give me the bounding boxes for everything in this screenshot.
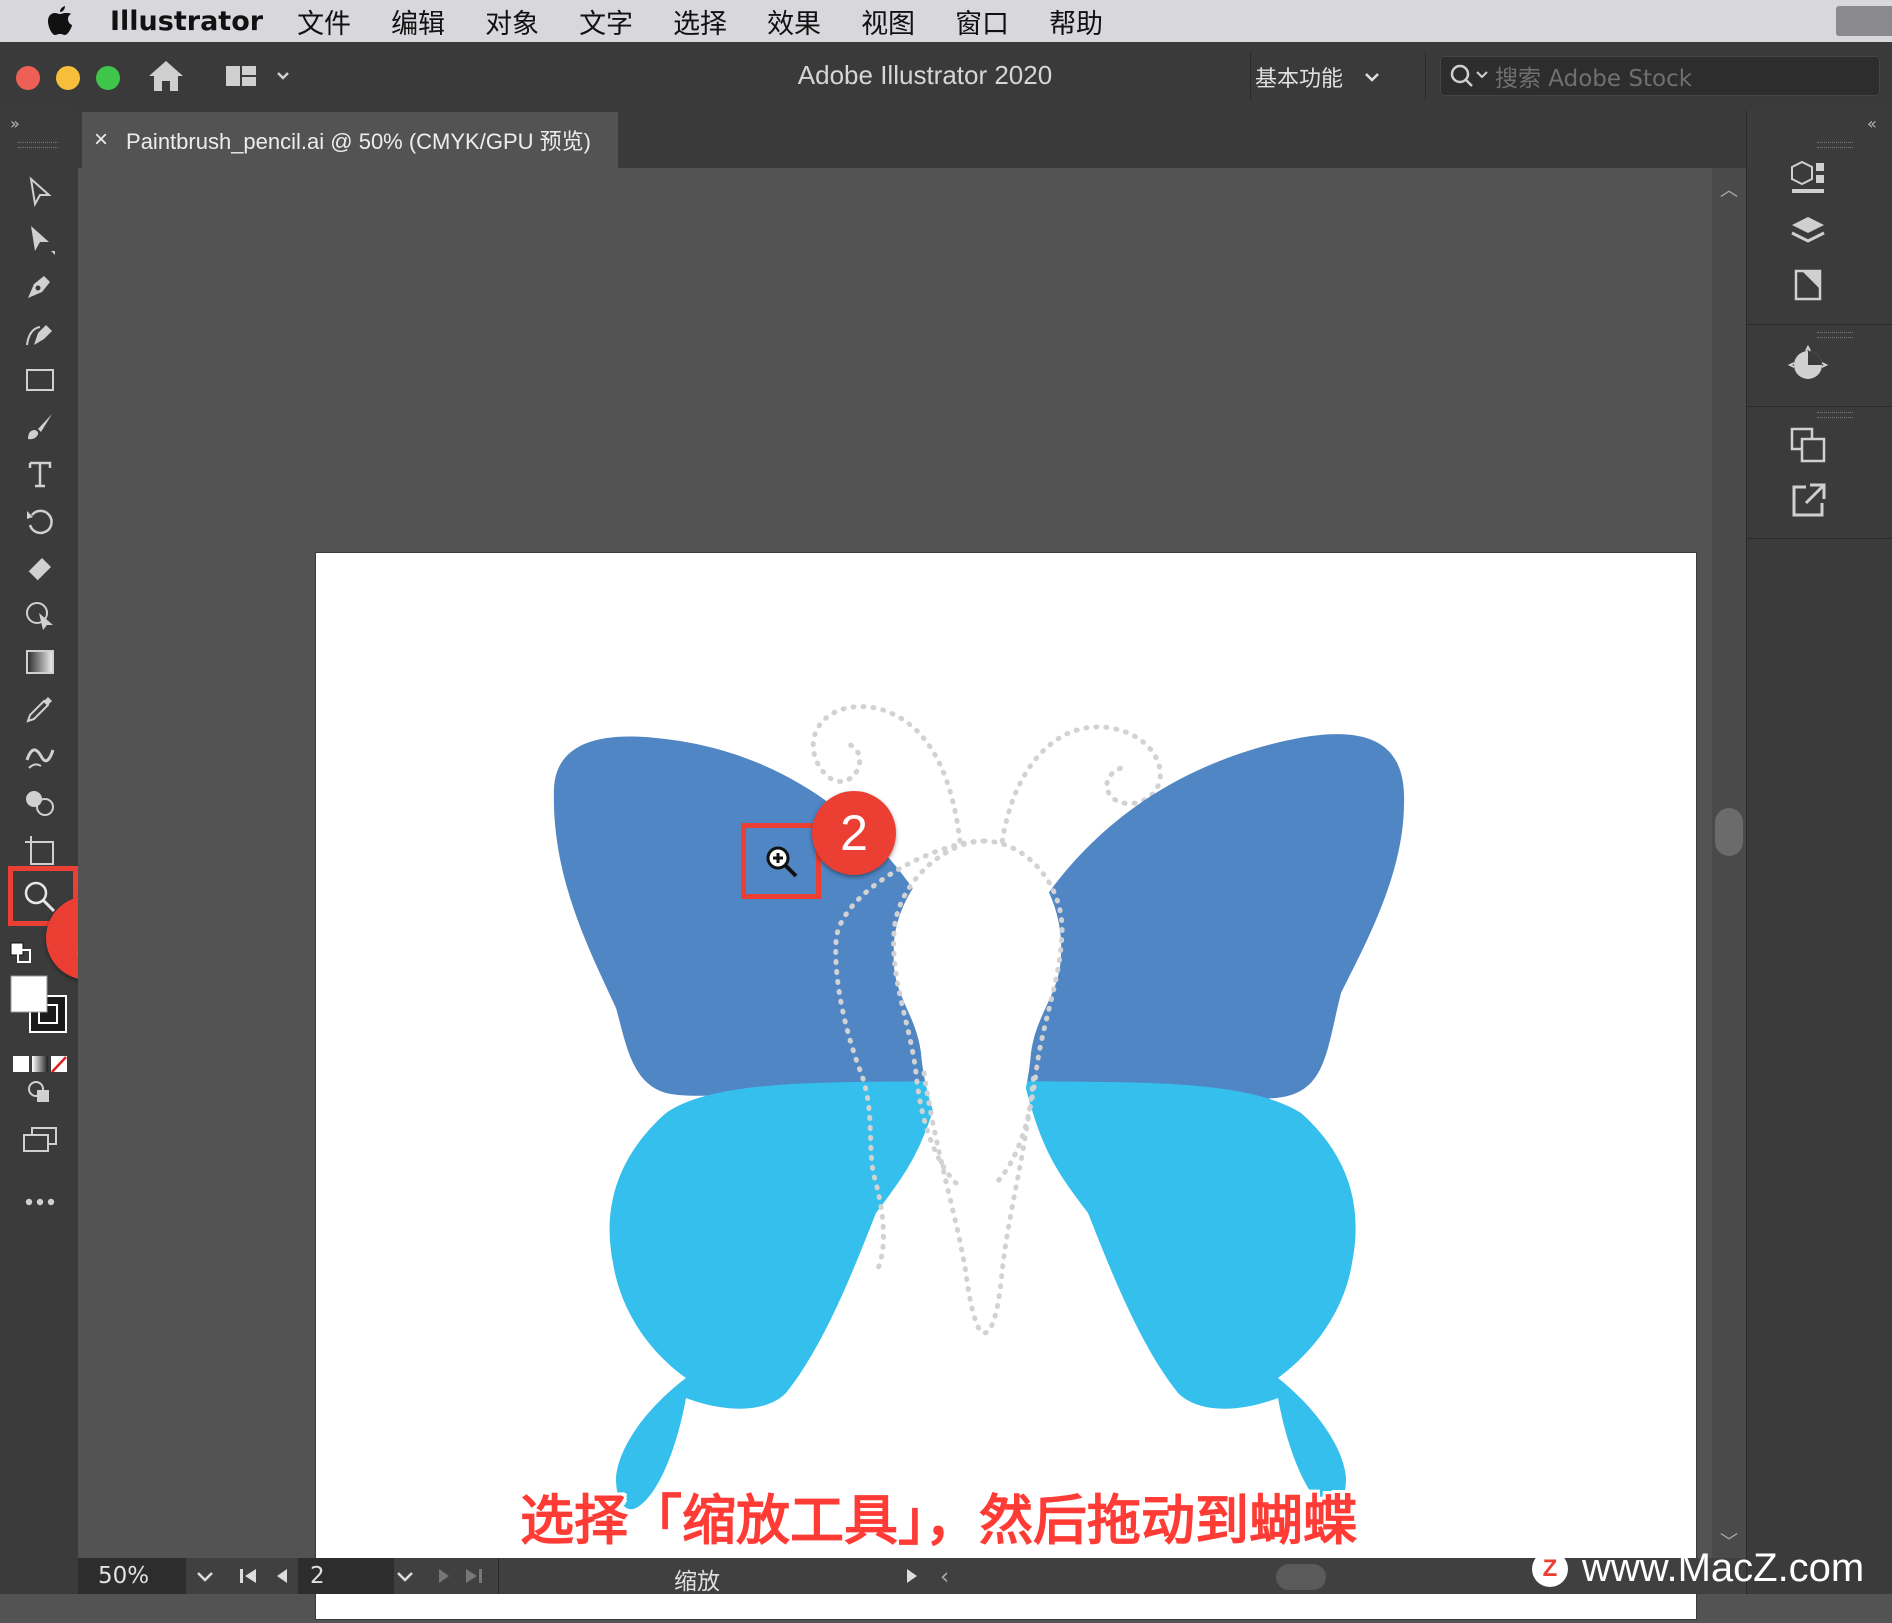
menu-edit[interactable]: 编辑 — [391, 2, 445, 41]
screen-mode-icon[interactable] — [18, 1120, 62, 1160]
zoom-in-cursor-icon — [765, 845, 801, 885]
close-window-button[interactable] — [16, 66, 40, 90]
dock-divider — [1747, 406, 1892, 407]
status-menu-arrow-icon[interactable] — [904, 1566, 920, 1592]
pen-tool-icon[interactable] — [18, 266, 62, 306]
arrange-documents-icon[interactable] — [224, 62, 294, 96]
watermark-text: www.MacZ.com — [1582, 1546, 1865, 1590]
workspace-label: 基本功能 — [1255, 67, 1344, 92]
apple-menu-icon[interactable] — [40, 6, 80, 36]
collapse-dock-icon[interactable]: « — [1867, 114, 1877, 133]
menu-effect[interactable]: 效果 — [767, 2, 821, 41]
zoom-level-field[interactable]: 50% — [78, 1558, 186, 1594]
canvas[interactable]: 2 — [78, 168, 1746, 1619]
panel-grip[interactable] — [1817, 332, 1853, 338]
chevron-down-icon — [1365, 73, 1379, 82]
menu-object[interactable]: 对象 — [485, 2, 539, 41]
layers-icon[interactable] — [1735, 208, 1881, 254]
first-artboard-icon[interactable] — [238, 1566, 260, 1592]
title-divider — [1250, 52, 1251, 100]
document-tab-title: Paintbrush_pencil.ai @ 50% (CMYK/GPU 预览) — [126, 129, 591, 154]
eraser-tool-icon[interactable] — [18, 548, 62, 588]
last-artboard-icon[interactable] — [462, 1566, 484, 1592]
menu-app-name[interactable]: Illustrator — [110, 6, 263, 37]
transform-icon[interactable] — [1735, 422, 1881, 468]
curvature-tool-icon[interactable] — [18, 313, 62, 353]
tools-panel: » — [0, 110, 79, 1594]
title-divider — [1425, 52, 1426, 100]
lower-right-wing — [1024, 1081, 1356, 1510]
paintbrush-tool-icon[interactable] — [18, 407, 62, 447]
workspace-switcher[interactable]: 基本功能 — [1255, 60, 1387, 94]
artboard[interactable]: 2 — [316, 553, 1696, 1619]
app-title-bar: Adobe Illustrator 2020 基本功能 搜索 Adobe Sto… — [0, 42, 1892, 111]
menu-file[interactable]: 文件 — [297, 2, 351, 41]
rotate-tool-icon[interactable] — [18, 501, 62, 541]
eyedropper-tool-icon[interactable] — [18, 689, 62, 729]
butterfly-artwork[interactable] — [316, 553, 1696, 1619]
document-tab[interactable]: × Paintbrush_pencil.ai @ 50% (CMYK/GPU 预… — [82, 112, 618, 168]
minimize-window-button[interactable] — [56, 66, 80, 90]
menubar-status-item[interactable] — [1836, 6, 1892, 36]
status-divider — [498, 1558, 499, 1594]
default-fill-stroke-icon[interactable] — [10, 942, 32, 968]
export-icon[interactable] — [1735, 478, 1881, 524]
fill-stroke-swatch-icon[interactable] — [10, 974, 70, 1040]
edit-toolbar-icon[interactable] — [18, 1182, 62, 1222]
search-placeholder: 搜索 Adobe Stock — [1495, 66, 1693, 92]
artboards-panel-icon[interactable] — [1735, 262, 1881, 308]
libraries-icon[interactable] — [1735, 154, 1881, 200]
previous-artboard-icon[interactable] — [274, 1566, 290, 1592]
horizontal-scroll-thumb[interactable] — [1276, 1564, 1326, 1590]
upper-right-wing — [1018, 734, 1405, 1100]
stock-search-input[interactable]: 搜索 Adobe Stock — [1440, 56, 1880, 96]
panel-grip[interactable] — [1817, 142, 1853, 148]
next-artboard-icon[interactable] — [436, 1566, 452, 1592]
document-tab-bar: × Paintbrush_pencil.ai @ 50% (CMYK/GPU 预… — [78, 110, 1746, 168]
app-title: Adobe Illustrator 2020 — [797, 60, 1053, 90]
menu-type[interactable]: 文字 — [579, 2, 633, 41]
color-guide-icon[interactable] — [1735, 342, 1881, 388]
selection-tool-icon[interactable] — [18, 172, 62, 212]
gradient-tool-icon[interactable] — [18, 642, 62, 682]
tutorial-caption: 选择「缩放工具」，然后拖动到蝴蝶 — [520, 1489, 1357, 1552]
puppet-warp-tool-icon[interactable] — [18, 595, 62, 635]
zoom-window-button[interactable] — [96, 66, 120, 90]
scroll-thumb[interactable] — [1715, 808, 1743, 856]
macos-menu-bar: Illustrator 文件 编辑 对象 文字 选择 效果 视图 窗口 帮助 — [0, 0, 1892, 42]
upper-left-wing — [553, 736, 944, 1096]
panel-grip[interactable] — [18, 142, 58, 148]
current-tool-label: 缩放 — [674, 1569, 720, 1595]
panel-grip[interactable] — [1817, 412, 1853, 418]
artboard-dropdown-icon[interactable] — [390, 1564, 420, 1594]
home-icon[interactable] — [146, 58, 186, 98]
watermark: Z www.MacZ.com — [1532, 1546, 1864, 1591]
macz-logo: Z — [1532, 1550, 1568, 1587]
artboard-tool-icon[interactable] — [18, 830, 62, 870]
drawing-mode-icon[interactable] — [18, 1072, 62, 1112]
menu-select[interactable]: 选择 — [673, 2, 727, 41]
blend-tool-icon[interactable] — [18, 736, 62, 776]
status-bar: 50% 2 缩放 ‹ — [78, 1558, 1746, 1595]
menu-window[interactable]: 窗口 — [955, 2, 1009, 41]
type-tool-icon[interactable] — [18, 454, 62, 494]
shape-builder-tool-icon[interactable] — [18, 783, 62, 823]
step-badge-2: 2 — [812, 791, 896, 875]
dock-divider — [1747, 324, 1892, 325]
menu-view[interactable]: 视图 — [861, 2, 915, 41]
close-tab-icon[interactable]: × — [94, 126, 108, 154]
lower-left-wing — [609, 1081, 942, 1510]
collapse-panel-icon[interactable]: » — [10, 114, 20, 133]
menu-help[interactable]: 帮助 — [1049, 2, 1103, 41]
zoom-dropdown-icon[interactable] — [190, 1564, 220, 1594]
rectangle-tool-icon[interactable] — [18, 360, 62, 400]
right-panel-dock: « — [1746, 110, 1892, 1594]
artboard-number-field[interactable]: 2 — [298, 1558, 394, 1594]
search-icon — [1450, 64, 1488, 87]
direct-selection-tool-icon[interactable] — [18, 219, 62, 259]
hscroll-left-icon[interactable]: ‹ — [940, 1564, 949, 1590]
dock-divider — [1747, 538, 1892, 539]
